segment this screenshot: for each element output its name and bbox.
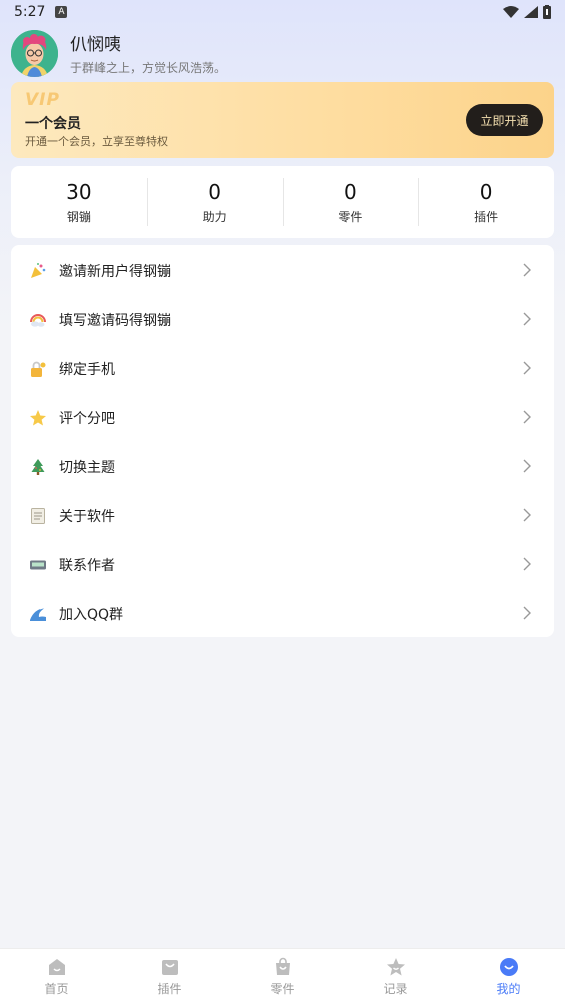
parts-bag-icon <box>275 957 290 975</box>
stats-card: 30 钢镚 0 助力 0 零件 0 插件 <box>11 166 554 238</box>
chevron-right-icon <box>523 410 531 424</box>
vip-title: 一个会员 <box>25 116 81 132</box>
nav-tab-label: 我的 <box>496 981 521 996</box>
status-time: 5:27 <box>14 4 46 20</box>
lock-key-icon <box>29 360 47 378</box>
plugin-bag-icon <box>161 959 178 975</box>
menu-item-switch-theme[interactable]: 切换主题 <box>11 442 554 491</box>
menu-item-rate-app[interactable]: 评个分吧 <box>11 393 554 442</box>
menu-item-enter-invite-code[interactable]: 填写邀请码得钢镚 <box>11 295 554 344</box>
nav-tab-home[interactable]: 首页 <box>0 949 113 1004</box>
stat-label: 插件 <box>474 209 499 224</box>
rainbow-cloud-icon <box>29 311 47 329</box>
vip-activate-button[interactable]: 立即开通 <box>466 104 543 136</box>
avatar-illustration-icon <box>11 29 58 77</box>
menu-item-contact-author[interactable]: 联系作者 <box>11 540 554 589</box>
party-popper-icon <box>29 262 47 280</box>
menu-item-label: 切换主题 <box>59 459 115 476</box>
chevron-right-icon <box>523 606 531 620</box>
menu-item-label: 关于软件 <box>59 508 115 525</box>
menu-item-label: 填写邀请码得钢镚 <box>59 312 171 329</box>
menu-item-label: 加入QQ群 <box>59 606 124 623</box>
menu-item-label: 邀请新用户得钢镚 <box>59 263 171 280</box>
stat-label: 助力 <box>202 209 227 224</box>
profile-header[interactable]: 仈悯咦 于群峰之上，方觉长风浩荡。 <box>11 28 551 78</box>
stat-value: 0 <box>344 179 357 204</box>
stat-parts[interactable]: 0 零件 <box>282 166 419 238</box>
chevron-right-icon <box>523 508 531 522</box>
stat-coins[interactable]: 30 钢镚 <box>11 166 147 238</box>
wave-icon <box>29 605 47 623</box>
avatar[interactable] <box>11 29 58 77</box>
chevron-right-icon <box>523 361 531 375</box>
status-bar: 5:27 A <box>0 0 565 24</box>
chevron-right-icon <box>523 263 531 277</box>
home-icon <box>48 958 65 975</box>
vip-description: 开通一个会员，立享至尊特权 <box>25 135 168 148</box>
nav-tab-parts[interactable]: 零件 <box>226 949 339 1004</box>
nav-tab-records[interactable]: 记录 <box>339 949 452 1004</box>
nav-tab-label: 首页 <box>44 981 69 996</box>
battery-icon <box>543 5 551 19</box>
stat-plugins[interactable]: 0 插件 <box>418 166 554 238</box>
christmas-tree-icon <box>29 458 47 476</box>
pager-icon <box>29 556 47 574</box>
stat-boost[interactable]: 0 助力 <box>146 166 283 238</box>
vip-logo: VIP <box>25 90 60 110</box>
stat-label: 零件 <box>338 209 363 224</box>
signal-icon <box>524 6 538 18</box>
menu-item-join-qq-group[interactable]: 加入QQ群 <box>11 589 554 638</box>
user-signature: 于群峰之上，方觉长风浩荡。 <box>70 61 227 75</box>
menu-item-label: 评个分吧 <box>59 410 115 427</box>
document-icon <box>29 507 47 525</box>
menu-item-label: 绑定手机 <box>59 361 115 378</box>
menu-list: 邀请新用户得钢镚 填写邀请码得钢镚 绑定手机 评个分吧 切换主题 关于软件 联系… <box>11 245 554 637</box>
vip-card[interactable]: VIP 一个会员 开通一个会员，立享至尊特权 立即开通 <box>11 82 554 158</box>
nav-tab-plugins[interactable]: 插件 <box>113 949 226 1004</box>
chevron-right-icon <box>523 459 531 473</box>
notification-icon: A <box>55 6 68 18</box>
nav-tab-label: 零件 <box>270 981 295 996</box>
bottom-navigation: 首页 插件 零件 记录 我的 <box>0 948 565 1004</box>
nav-tab-label: 记录 <box>383 981 408 996</box>
menu-item-invite-users[interactable]: 邀请新用户得钢镚 <box>11 246 554 295</box>
chevron-right-icon <box>523 557 531 571</box>
wifi-icon <box>503 6 519 18</box>
stat-value: 0 <box>479 179 493 204</box>
menu-item-label: 联系作者 <box>59 557 115 574</box>
stat-label: 钢镚 <box>66 209 91 224</box>
nav-tab-label: 插件 <box>157 981 182 996</box>
record-star-icon <box>386 957 405 975</box>
username: 仈悯咦 <box>70 35 121 55</box>
stat-value: 0 <box>208 179 221 204</box>
menu-item-bind-phone[interactable]: 绑定手机 <box>11 344 554 393</box>
menu-item-about-software[interactable]: 关于软件 <box>11 491 554 540</box>
chevron-right-icon <box>523 312 531 326</box>
star-icon <box>29 409 47 427</box>
stat-value: 30 <box>66 179 92 204</box>
mine-smile-icon <box>499 957 518 976</box>
nav-tab-mine[interactable]: 我的 <box>452 949 565 1004</box>
